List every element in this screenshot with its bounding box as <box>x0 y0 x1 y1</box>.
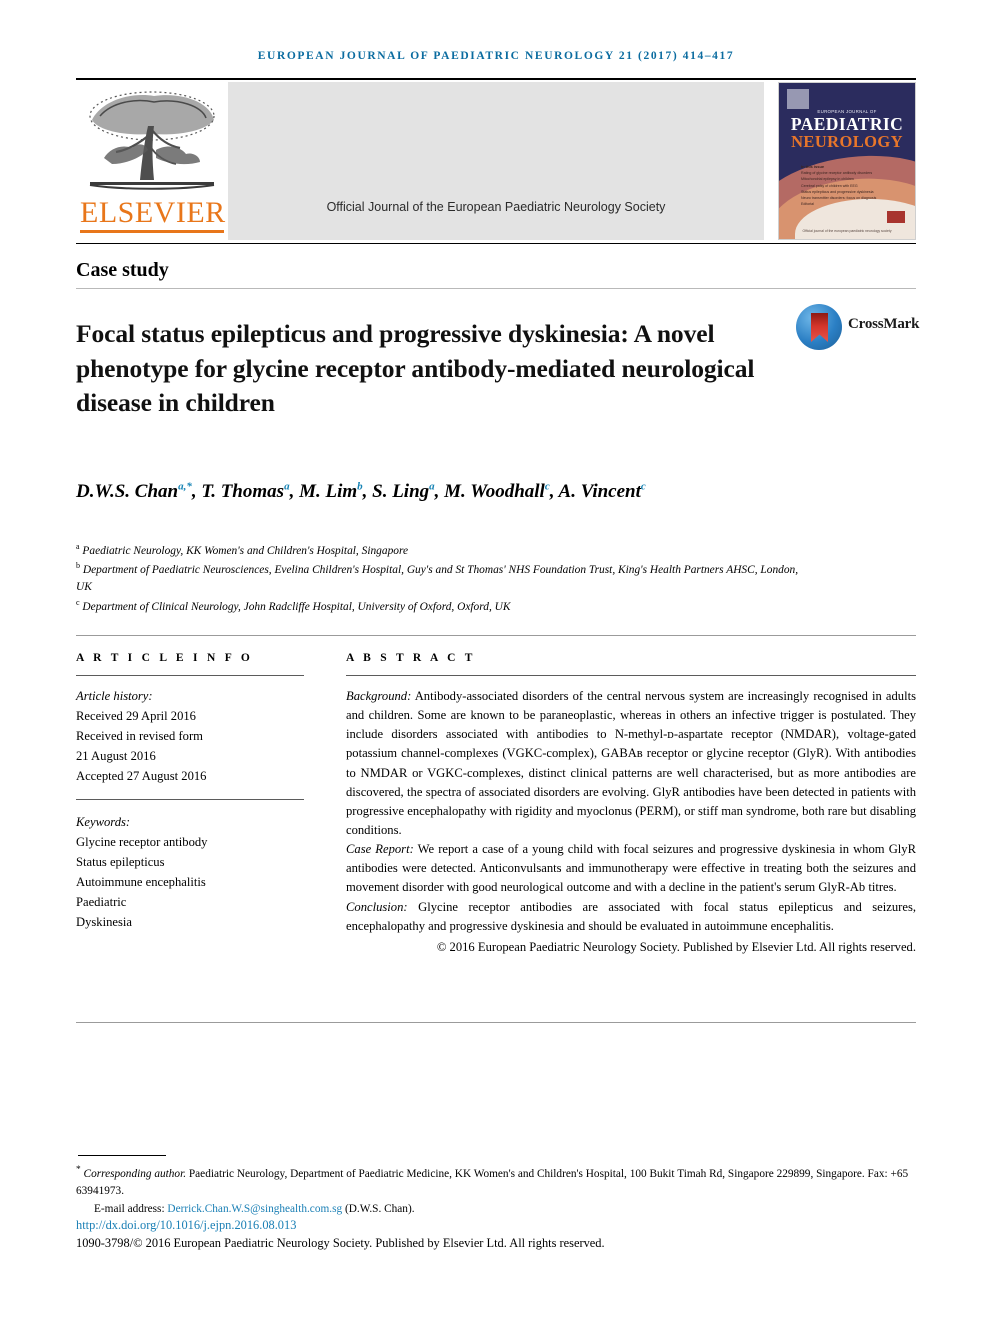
journal-cover-thumbnail[interactable]: EUROPEAN JOURNAL OF PAEDIATRIC NEUROLOGY… <box>778 82 916 240</box>
cover-colophon-icon <box>787 89 809 109</box>
affiliation-text: Paediatric Neurology, KK Women's and Chi… <box>82 544 409 557</box>
article-type-rule <box>76 288 916 289</box>
keyword-item: Status epilepticus <box>76 855 165 870</box>
article-page: EUROPEAN JOURNAL OF PAEDIATRIC NEUROLOGY… <box>0 0 992 1323</box>
issn-copyright-line: 1090-3798/© 2016 European Paediatric Neu… <box>76 1236 605 1250</box>
cover-contents-item: Editorial <box>801 202 814 207</box>
author-affil-mark[interactable]: a <box>284 481 290 493</box>
author-affil-mark[interactable]: a <box>429 481 435 493</box>
abstract-background-paragraph: Background: Antibody-associated disorder… <box>346 687 916 840</box>
cover-footer-line: Official journal of the european paediat… <box>802 229 892 233</box>
keywords-block: Keywords: Glycine receptor antibody Stat… <box>76 813 304 932</box>
cover-contents-title: In this issue <box>801 164 825 169</box>
header-rule <box>76 78 916 80</box>
abstract-conclusion-paragraph: Conclusion: Glycine receptor antibodies … <box>346 898 916 936</box>
affiliation-item: b Department of Paediatric Neurosciences… <box>76 560 816 596</box>
abstract-case-label: Case Report: <box>346 842 414 857</box>
abstract-background-label: Background: <box>346 689 412 703</box>
article-history-label: Article history: <box>76 689 153 703</box>
crossmark-label: CrossMark <box>848 316 920 332</box>
author-list: D.W.S. Chana,*, T. Thomasa, M. Limb, S. … <box>76 480 646 502</box>
abstract-block-bottom-rule <box>76 1022 916 1023</box>
author-name: T. Thomas <box>201 481 285 502</box>
author-name: A. Vincent <box>558 481 641 502</box>
doi-link[interactable]: http://dx.doi.org/10.1016/j.ejpn.2016.08… <box>76 1218 296 1233</box>
keyword-item: Glycine receptor antibody <box>76 835 208 850</box>
corresponding-mark: * <box>76 1165 81 1175</box>
abstract-copyright: © 2016 European Paediatric Neurology Soc… <box>436 939 916 954</box>
abstract-heading-rule <box>346 675 916 676</box>
abstract-column: A B S T R A C T Background: Antibody-ass… <box>346 652 916 957</box>
affiliation-text: Department of Paediatric Neurosciences, … <box>76 563 799 594</box>
author-affil-mark[interactable]: c <box>641 481 646 493</box>
society-line: Official Journal of the European Paediat… <box>326 200 666 214</box>
masthead: ELSEVIER Official Journal of the Europea… <box>76 82 916 240</box>
email-link[interactable]: Derrick.Chan.W.S@singhealth.com.sg <box>167 1203 342 1215</box>
author-name: M. Woodhall <box>444 481 545 502</box>
article-history-block: Article history: Received 29 April 2016 … <box>76 687 304 786</box>
abstract-conclusion-text: Glycine receptor antibodies are associat… <box>346 899 916 933</box>
article-history-item: Accepted 27 August 2016 <box>76 768 207 783</box>
abstract-heading: A B S T R A C T <box>346 652 476 664</box>
cover-title-line2: NEUROLOGY <box>791 132 903 151</box>
affiliation-item: c Department of Clinical Neurology, John… <box>76 597 816 616</box>
abstract-block-top-rule <box>76 635 916 636</box>
journal-banner: Official Journal of the European Paediat… <box>228 82 764 240</box>
abstract-case-text: We report a case of a young child with f… <box>346 842 916 895</box>
running-head: EUROPEAN JOURNAL OF PAEDIATRIC NEUROLOGY… <box>257 50 735 62</box>
affiliation-mark: b <box>76 561 80 571</box>
author-affil-mark[interactable]: b <box>357 481 363 493</box>
footnote-rule <box>78 1155 166 1156</box>
affiliation-mark: c <box>76 597 80 607</box>
email-label: E-mail address: <box>94 1202 165 1215</box>
article-info-heading: A R T I C L E I N F O <box>76 652 254 664</box>
affiliation-item: a Paediatric Neurology, KK Women's and C… <box>76 541 816 560</box>
article-history-item: Received in revised form <box>76 728 203 743</box>
article-history-item: Received 29 April 2016 <box>76 708 196 723</box>
article-history-item: 21 August 2016 <box>76 748 156 763</box>
masthead-rule <box>76 243 916 244</box>
crossmark-ribbon-icon <box>811 313 828 342</box>
cover-contents-list: In this issue Rating of glycine receptor… <box>801 163 897 208</box>
corresponding-label: Corresponding author. <box>83 1167 187 1180</box>
page-title: Focal status epilepticus and progressive… <box>76 319 755 417</box>
email-note: E-mail address: Derrick.Chan.W.S@singhea… <box>76 1201 921 1219</box>
keyword-item: Paediatric <box>76 895 127 910</box>
footnote-block: * Corresponding author. Paediatric Neuro… <box>76 1163 921 1218</box>
affiliation-text: Department of Clinical Neurology, John R… <box>82 600 511 613</box>
abstract-background-text: Antibody-associated disorders of the cen… <box>346 689 916 837</box>
author-affil-mark[interactable]: c <box>545 481 550 493</box>
elsevier-tree-icon <box>82 86 222 198</box>
article-info-divider <box>76 799 304 801</box>
author-name: S. Ling <box>372 481 430 502</box>
corresponding-text: Paediatric Neurology, Department of Paed… <box>76 1167 909 1198</box>
keywords-label: Keywords: <box>76 815 131 830</box>
author-affil-mark[interactable]: a,* <box>178 481 192 493</box>
author-name: M. Lim <box>299 481 358 502</box>
abstract-conclusion-label: Conclusion: <box>346 899 408 914</box>
article-info-column: A R T I C L E I N F O Article history: R… <box>76 652 304 933</box>
crossmark-icon <box>796 304 842 350</box>
affiliation-list: a Paediatric Neurology, KK Women's and C… <box>76 541 816 616</box>
abstract-case-paragraph: Case Report: We report a case of a young… <box>346 840 916 897</box>
email-owner: (D.W.S. Chan). <box>344 1202 415 1215</box>
elsevier-logo: ELSEVIER <box>76 82 228 240</box>
affiliation-mark: a <box>76 542 80 551</box>
elsevier-underline <box>80 230 224 233</box>
keyword-item: Autoimmune encephalitis <box>76 875 206 890</box>
elsevier-wordmark: ELSEVIER <box>80 196 226 229</box>
article-info-heading-rule <box>76 675 304 676</box>
corresponding-author-note: * Corresponding author. Paediatric Neuro… <box>76 1163 921 1201</box>
author-name: D.W.S. Chan <box>76 481 179 502</box>
cover-title-line1: PAEDIATRIC <box>790 114 904 134</box>
cover-publisher-mark-icon <box>887 211 905 223</box>
keyword-item: Dyskinesia <box>76 914 132 929</box>
crossmark-badge[interactable]: CrossMark <box>796 302 919 354</box>
article-type-label: Case study <box>76 259 169 281</box>
